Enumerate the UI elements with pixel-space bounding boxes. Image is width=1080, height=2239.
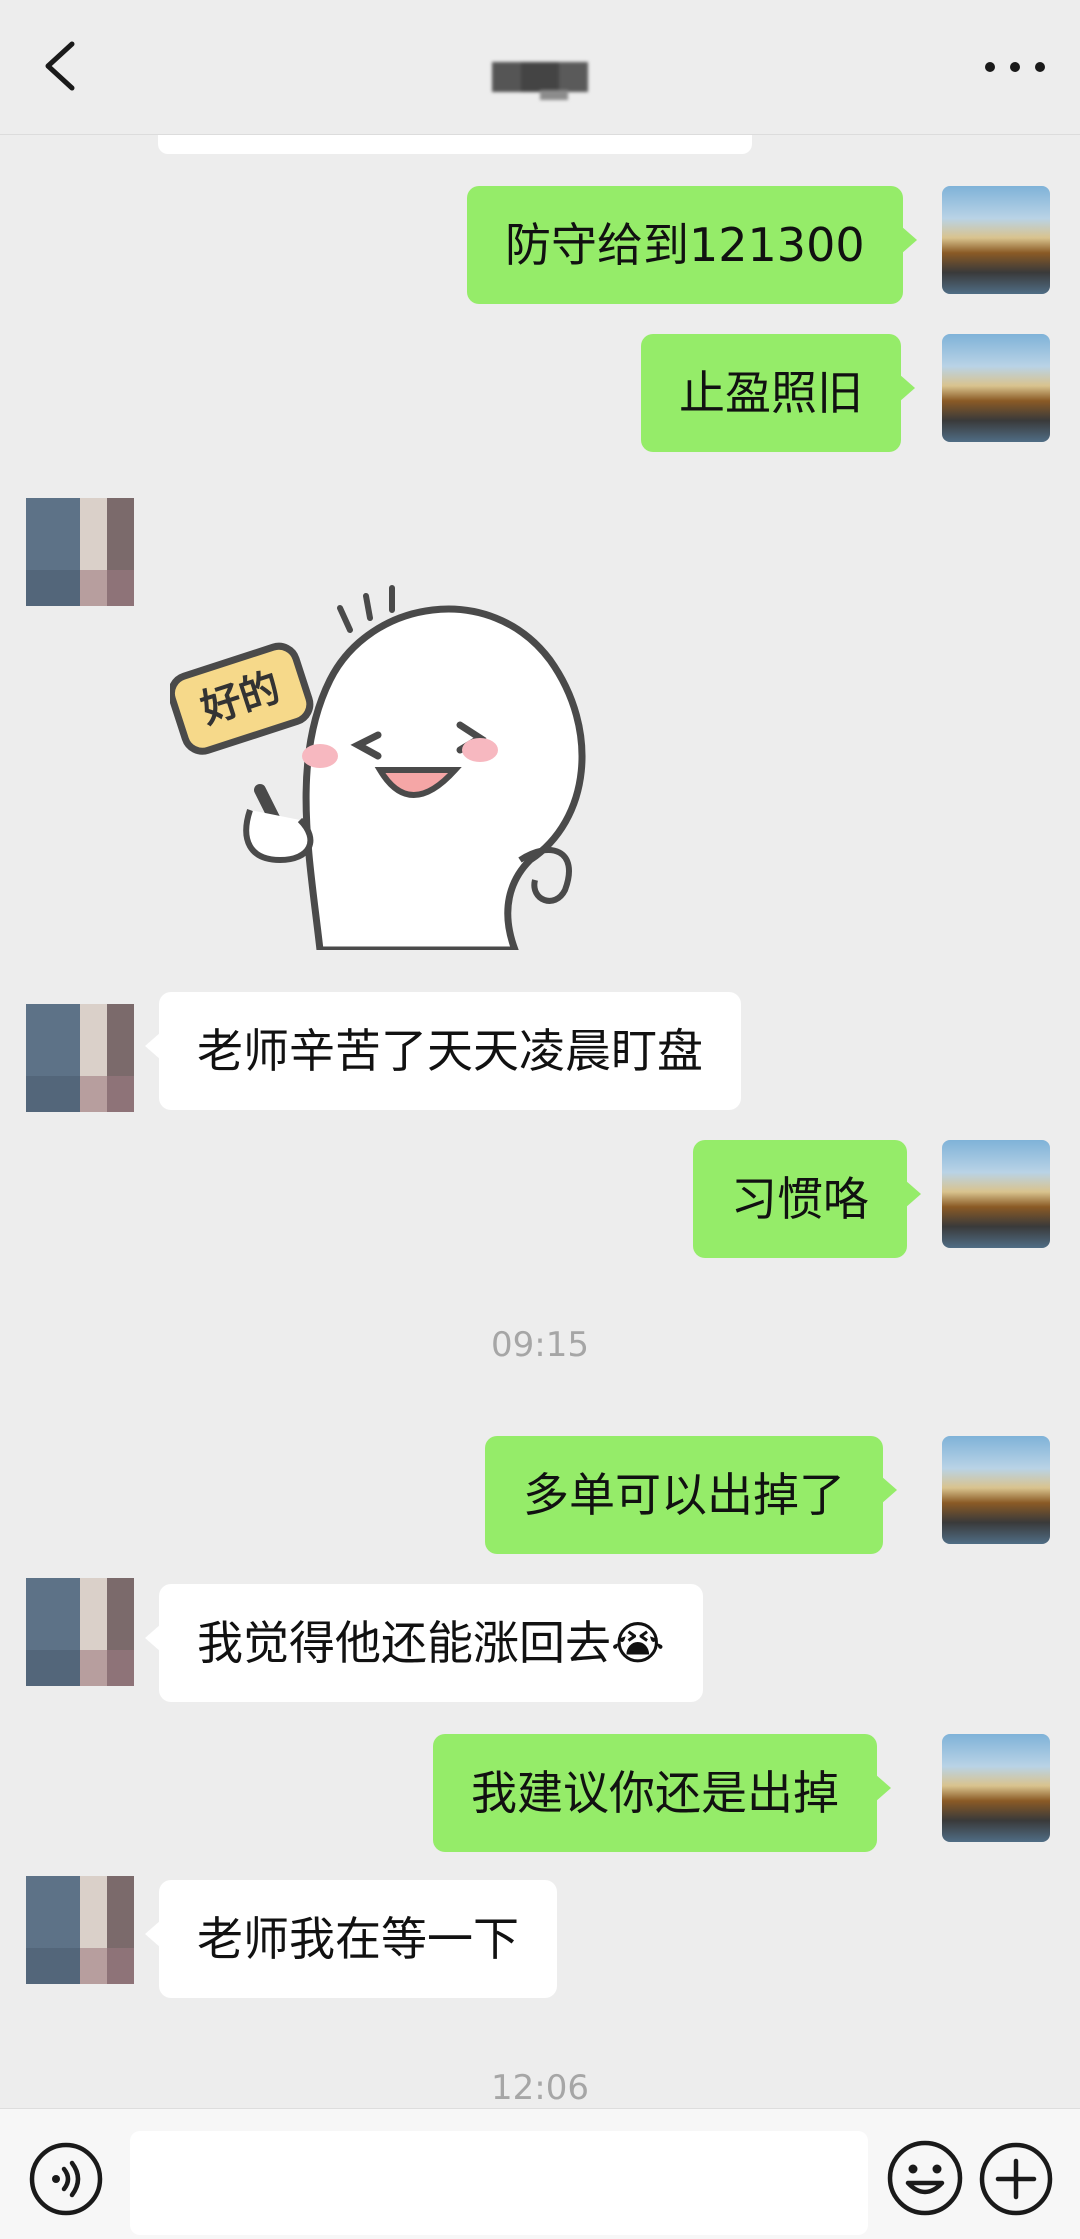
more-dots-icon[interactable]: [980, 50, 1050, 84]
contact-avatar[interactable]: [26, 498, 134, 606]
message-bubble-sent[interactable]: 我建议你还是出掉: [433, 1734, 891, 1852]
plus-icon[interactable]: [978, 2141, 1054, 2217]
chat-header: [0, 0, 1080, 135]
message-bubble-received[interactable]: 我觉得他还能涨回去😭: [145, 1584, 703, 1702]
message-input[interactable]: [130, 2131, 868, 2235]
my-avatar[interactable]: [942, 186, 1050, 294]
timestamp: 12:06: [491, 2068, 589, 2108]
message-bubble-sent[interactable]: 习惯咯: [693, 1140, 921, 1258]
message-text: 我觉得他还能涨回去: [197, 1616, 611, 1670]
my-avatar[interactable]: [942, 1140, 1050, 1248]
message-bubble-received[interactable]: 老师我在等一下: [145, 1880, 557, 1998]
message-bubble-sent[interactable]: 止盈照旧: [641, 334, 915, 452]
timestamp: 09:15: [491, 1325, 589, 1365]
emoji-icon[interactable]: [886, 2139, 964, 2217]
crying-emoji: 😭: [611, 1616, 665, 1670]
message-bubble-sent[interactable]: 防守给到121300: [467, 186, 917, 304]
my-avatar[interactable]: [942, 334, 1050, 442]
chat-title: [492, 62, 588, 100]
message-bubble-received[interactable]: 老师辛苦了天天凌晨盯盘: [145, 992, 741, 1110]
my-avatar[interactable]: [942, 1436, 1050, 1544]
input-bar: [0, 2108, 1080, 2239]
contact-avatar[interactable]: [26, 1876, 134, 1984]
chat-area[interactable]: 防守给到121300 止盈照旧 好的 老师辛苦了天天凌晨盯盘 习惯咯 09:15…: [0, 0, 1080, 2108]
my-avatar[interactable]: [942, 1734, 1050, 1842]
chevron-left-icon[interactable]: [36, 36, 86, 96]
contact-avatar[interactable]: [26, 1578, 134, 1686]
ok-sticker[interactable]: 好的: [170, 560, 600, 950]
voice-icon[interactable]: [28, 2141, 104, 2217]
message-bubble-sent[interactable]: 多单可以出掉了: [485, 1436, 897, 1554]
contact-avatar[interactable]: [26, 1004, 134, 1112]
